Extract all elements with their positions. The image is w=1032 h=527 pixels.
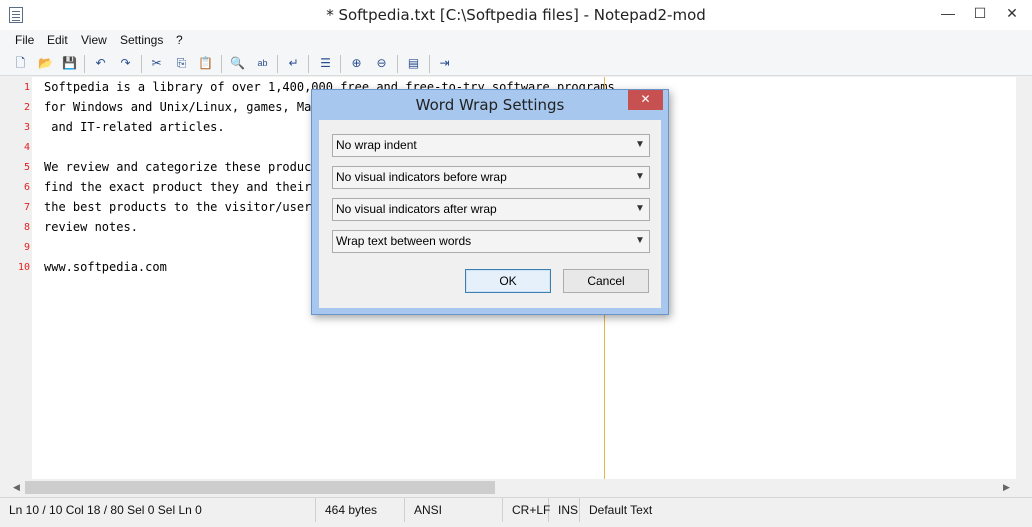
chevron-down-icon: ▼	[635, 139, 645, 150]
replace-icon[interactable]: ab	[254, 55, 271, 72]
toolbar-separator	[397, 55, 398, 73]
zoom-out-icon[interactable]: ⊖	[373, 55, 390, 72]
select-value: No visual indicators before wrap	[336, 170, 507, 184]
undo-icon[interactable]: ↶	[92, 55, 109, 72]
line-number: 8	[23, 222, 30, 233]
minimize-button[interactable]: —	[932, 2, 964, 26]
dialog-close-button[interactable]: ✕	[628, 90, 663, 110]
exit-icon[interactable]: ⇥	[436, 55, 453, 72]
menu-bar: File Edit View Settings ?	[0, 30, 1032, 52]
maximize-button[interactable]: ☐	[964, 2, 996, 26]
scroll-left-icon[interactable]: ◀	[8, 479, 25, 496]
chevron-down-icon: ▼	[635, 235, 645, 246]
notepad2-window: * Softpedia.txt [C:\Softpedia files] - N…	[0, 0, 1032, 527]
toolbar-separator	[141, 55, 142, 73]
menu-file[interactable]: File	[15, 33, 34, 47]
whitespace-icon[interactable]: ☰	[317, 55, 334, 72]
select-value: No visual indicators after wrap	[336, 202, 497, 216]
line-number: 9	[23, 242, 30, 253]
line-number: 7	[23, 202, 30, 213]
line-number: 4	[23, 142, 30, 153]
select-value: Wrap text between words	[336, 234, 472, 248]
notepad-app-icon[interactable]	[9, 7, 23, 23]
select-value: No wrap indent	[336, 138, 417, 152]
code-line[interactable]: the best products to the visitor/user	[44, 200, 311, 214]
ok-button[interactable]: OK	[465, 269, 551, 293]
new-file-icon[interactable]: 🗋	[12, 55, 29, 72]
scheme-icon[interactable]: ▤	[405, 55, 422, 72]
line-number: 1	[23, 82, 30, 93]
line-number-gutter: 1 2 3 4 5 6 7 8 9 10	[0, 77, 32, 479]
code-line[interactable]: We review and categorize these product	[44, 160, 319, 174]
line-number: 10	[17, 262, 30, 273]
horizontal-scroll-thumb[interactable]	[25, 481, 495, 494]
line-number: 5	[23, 162, 30, 173]
code-line[interactable]: www.softpedia.com	[44, 260, 167, 274]
toolbar-separator	[84, 55, 85, 73]
menu-settings[interactable]: Settings	[120, 33, 163, 47]
horizontal-scrollbar[interactable]: ◀ ▶	[8, 479, 1032, 496]
menu-help[interactable]: ?	[176, 33, 183, 47]
line-number: 6	[23, 182, 30, 193]
toolbar: 🗋 📂 💾 ↶ ↷ ✂ ⎘ 📋 🔍 ab ↵ ☰ ⊕ ⊖ ▤ ⇥	[0, 52, 1032, 76]
word-wrap-settings-dialog: Word Wrap Settings ✕ No wrap indent ▼ No…	[311, 89, 669, 315]
wrap-mode-select[interactable]: Wrap text between words ▼	[332, 230, 650, 253]
code-line[interactable]: find the exact product they and their	[44, 180, 311, 194]
paste-icon[interactable]: 📋	[197, 55, 214, 72]
close-button[interactable]: ✕	[996, 2, 1028, 26]
find-icon[interactable]: 🔍	[229, 55, 246, 72]
dialog-title: Word Wrap Settings	[415, 96, 565, 114]
line-number: 2	[23, 102, 30, 113]
toolbar-separator	[308, 55, 309, 73]
toolbar-separator	[340, 55, 341, 73]
dialog-body: No wrap indent ▼ No visual indicators be…	[319, 120, 661, 308]
status-mode[interactable]: INS	[549, 498, 580, 522]
scroll-right-icon[interactable]: ▶	[998, 479, 1015, 496]
line-number: 3	[23, 122, 30, 133]
code-line[interactable]: for Windows and Unix/Linux, games, Mac	[44, 100, 319, 114]
title-bar[interactable]: * Softpedia.txt [C:\Softpedia files] - N…	[0, 0, 1032, 30]
save-icon[interactable]: 💾	[61, 55, 78, 72]
indicator-before-select[interactable]: No visual indicators before wrap ▼	[332, 166, 650, 189]
status-bar: Ln 10 / 10 Col 18 / 80 Sel 0 Sel Ln 0 46…	[0, 497, 1032, 527]
code-line[interactable]: review notes.	[44, 220, 138, 234]
word-wrap-icon[interactable]: ↵	[285, 55, 302, 72]
copy-icon[interactable]: ⎘	[173, 55, 190, 72]
chevron-down-icon: ▼	[635, 203, 645, 214]
status-scheme[interactable]: Default Text	[580, 498, 1032, 522]
vertical-scrollbar[interactable]	[1016, 77, 1032, 479]
indicator-after-select[interactable]: No visual indicators after wrap ▼	[332, 198, 650, 221]
window-title: * Softpedia.txt [C:\Softpedia files] - N…	[326, 6, 706, 24]
menu-edit[interactable]: Edit	[47, 33, 68, 47]
code-line[interactable]: and IT-related articles.	[44, 120, 224, 134]
redo-icon[interactable]: ↷	[117, 55, 134, 72]
status-size: 464 bytes	[316, 498, 405, 522]
wrap-indent-select[interactable]: No wrap indent ▼	[332, 134, 650, 157]
toolbar-separator	[429, 55, 430, 73]
toolbar-separator	[277, 55, 278, 73]
cancel-button[interactable]: Cancel	[563, 269, 649, 293]
open-icon[interactable]: 📂	[37, 55, 54, 72]
status-eol[interactable]: CR+LF	[503, 498, 550, 522]
zoom-in-icon[interactable]: ⊕	[348, 55, 365, 72]
toolbar-separator	[221, 55, 222, 73]
status-encoding[interactable]: ANSI	[405, 498, 503, 522]
menu-view[interactable]: View	[81, 33, 107, 47]
chevron-down-icon: ▼	[635, 171, 645, 182]
cut-icon[interactable]: ✂	[148, 55, 165, 72]
status-position: Ln 10 / 10 Col 18 / 80 Sel 0 Sel Ln 0	[0, 498, 316, 522]
